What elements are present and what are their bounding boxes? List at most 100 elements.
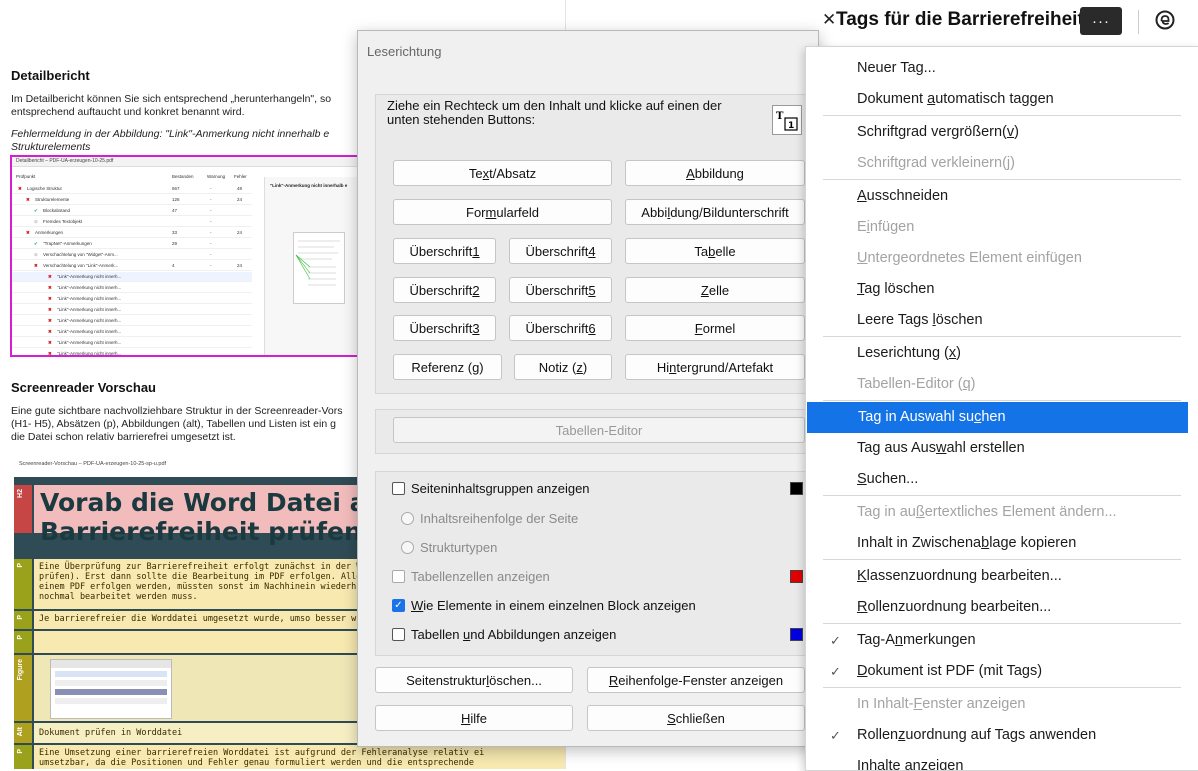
- menu-item[interactable]: Tag in Auswahl suchen: [807, 402, 1188, 433]
- menu-item-label: Inhalt in Zwischenablage kopieren: [857, 535, 1077, 551]
- tree-row-label: Fremdes Textobjekt: [43, 219, 83, 224]
- panel-title: Tags für die Barrierefreiheit: [836, 9, 1084, 30]
- menu-item[interactable]: Ausschneiden: [806, 181, 1198, 212]
- show-page-content-groups-option[interactable]: Seiteninhaltsgruppen anzeigen: [392, 481, 590, 496]
- help-icon[interactable]: [1154, 9, 1176, 31]
- check-icon: ✔: [34, 241, 38, 246]
- help-button[interactable]: Hilfe: [375, 705, 573, 731]
- menu-item[interactable]: Tag aus Auswahl erstellen: [806, 433, 1198, 464]
- dialog-title: Leserichtung: [367, 44, 442, 59]
- menu-item[interactable]: Dokument automatisch taggen: [806, 84, 1198, 115]
- menu-separator: [823, 336, 1181, 337]
- menu-item[interactable]: ✓ Rollenzuordnung auf Tags anwenden: [806, 720, 1198, 751]
- table-cells-color-swatch[interactable]: [790, 570, 803, 583]
- heading-1-button[interactable]: Überschrift 1: [393, 238, 496, 264]
- menu-item[interactable]: Tabellen-Editor (q): [806, 369, 1198, 400]
- radio-button[interactable]: [401, 512, 414, 525]
- menu-item[interactable]: ✓ Tag-Anmerkungen: [806, 625, 1198, 656]
- background-artifact-button[interactable]: Hi n tergrund/Artefakt: [625, 354, 805, 380]
- menu-item[interactable]: Suchen...: [806, 464, 1198, 495]
- sr-p-row: P Eine Umsetzung einer barrierefreien Wo…: [14, 745, 565, 769]
- figure-button[interactable]: Abbildung: [625, 160, 805, 186]
- close-icon[interactable]: ✕: [822, 10, 836, 30]
- menu-item[interactable]: Inhalt in Zwischenablage kopieren: [806, 528, 1198, 559]
- checkbox[interactable]: [392, 570, 405, 583]
- tree-row-count: 48: [237, 186, 243, 191]
- page-content-color-swatch[interactable]: [790, 482, 803, 495]
- menu-item[interactable]: Schriftgrad verkleinern(j): [806, 148, 1198, 179]
- reference-button[interactable]: Referenz (g): [393, 354, 502, 380]
- formula-button[interactable]: Formel: [625, 315, 805, 341]
- radio-button[interactable]: [401, 541, 414, 554]
- menu-item[interactable]: Schriftgrad vergrößern(v): [806, 117, 1198, 148]
- structure-types-radio-option[interactable]: Strukturtypen: [401, 540, 497, 555]
- tree-row: ✖ Logische Struktur 667 - 48: [12, 184, 252, 194]
- heading-5-button[interactable]: Überschrift 5: [509, 277, 612, 303]
- error-icon: ✖: [48, 285, 52, 290]
- menu-item[interactable]: Tag löschen: [806, 274, 1198, 305]
- tree-row-count: 29: [172, 241, 178, 246]
- menu-separator: [823, 179, 1181, 180]
- table-editor-button[interactable]: Tabellen-Editor: [393, 417, 805, 443]
- text-paragraph-button[interactable]: Te x t/Absatz: [393, 160, 612, 186]
- tree-row: ✔ "TrapNet"-Anmerkungen 29 -: [12, 239, 252, 249]
- menu-item[interactable]: Inhalte anzeigen: [806, 751, 1198, 770]
- checkbox-checked[interactable]: ✓: [392, 599, 405, 612]
- menu-item[interactable]: Klassenzuordnung bearbeiten...: [806, 561, 1198, 592]
- table-button[interactable]: Ta b elle: [625, 238, 805, 264]
- close-button[interactable]: Schließen: [587, 705, 805, 731]
- form-field-button[interactable]: For m ularfeld: [393, 199, 612, 225]
- more-options-button[interactable]: ···: [1080, 7, 1122, 35]
- checkmark-icon: ✓: [830, 633, 841, 648]
- error-icon: ✖: [48, 274, 52, 279]
- show-tables-figures-option[interactable]: Tabellen und Abbildungen anzeigen: [392, 627, 616, 642]
- heading-4-button[interactable]: Überschrift 4: [509, 238, 612, 264]
- menu-item[interactable]: Neuer Tag...: [806, 53, 1198, 84]
- tree-row-count: 24: [237, 263, 243, 268]
- menu-item[interactable]: Untergeordnetes Element einfügen: [806, 243, 1198, 274]
- heading-3-button[interactable]: Überschrift 3: [393, 315, 496, 341]
- menu-item[interactable]: Einfügen: [806, 212, 1198, 243]
- menu-item[interactable]: Tag in außertextliches Element ändern...: [806, 497, 1198, 528]
- figure-caption-button[interactable]: Abbi l dung/Bildunterschrift: [625, 199, 805, 225]
- heading-2-button[interactable]: Überschrift 2: [393, 277, 496, 303]
- tables-figures-color-swatch[interactable]: [790, 628, 803, 641]
- tag-icon[interactable]: T 1: [772, 105, 802, 135]
- reading-order-dialog[interactable]: Leserichtung Ziehe ein Rechteck um den I…: [357, 30, 819, 747]
- tags-options-menu[interactable]: Neuer Tag... Dokument automatisch taggen S…: [805, 46, 1198, 771]
- menu-item-label: Schriftgrad vergrößern(v): [857, 124, 1019, 140]
- screenshot-titlebar: Detailbericht – PDF-UA-erzeugen-10-25.pd…: [12, 157, 364, 167]
- tree-row: ✖ "Link"-Anmerkung nicht innerh...: [12, 272, 252, 282]
- menu-item-label: In Inhalt-Fenster anzeigen: [857, 696, 1026, 712]
- content-order-radio-option[interactable]: Inhaltsreihenfolge der Seite: [401, 511, 578, 526]
- show-elements-single-block-option[interactable]: ✓ Wie Elemente in einem einzelnen Block …: [392, 598, 696, 613]
- show-order-panel-button[interactable]: Reihenfolge-Fenster anzeigen: [587, 667, 805, 693]
- menu-separator: [823, 400, 1181, 401]
- heading-6-button[interactable]: Überschrift 6: [509, 315, 612, 341]
- menu-item-label: Tag aus Auswahl erstellen: [857, 440, 1025, 456]
- cell-button[interactable]: Zelle: [625, 277, 805, 303]
- note-button[interactable]: Notiz (z): [514, 354, 612, 380]
- tree-row-count: 24: [237, 197, 243, 202]
- menu-item[interactable]: Rollenzuordnung bearbeiten...: [806, 592, 1198, 623]
- tree-row-count: -: [210, 241, 212, 246]
- tree-row-count: 33: [172, 230, 178, 235]
- tree-row-count: 126: [172, 197, 180, 202]
- menu-item[interactable]: Leserichtung (x): [806, 338, 1198, 369]
- menu-item[interactable]: In Inhalt-Fenster anzeigen: [806, 689, 1198, 720]
- not-applicable-icon: ⊘: [34, 219, 38, 224]
- show-table-cells-option[interactable]: Tabellenzellen anzeigen: [392, 569, 550, 584]
- error-icon: ✖: [48, 340, 52, 345]
- checkbox[interactable]: [392, 482, 405, 495]
- menu-item[interactable]: Leere Tags löschen: [806, 305, 1198, 336]
- tree-row-label: "Link"-Anmerkung nicht innerh...: [57, 340, 122, 345]
- tree-row-label: "Link"-Anmerkung nicht innerh...: [57, 329, 122, 334]
- tree-row-label: Anmerkungen: [35, 230, 64, 235]
- menu-item-label: Tag löschen: [857, 281, 935, 297]
- menu-item[interactable]: ✓ Dokument ist PDF (mit Tags): [806, 656, 1198, 687]
- menu-item-label: Neuer Tag...: [857, 60, 936, 76]
- checkbox[interactable]: [392, 628, 405, 641]
- checkmark-icon: ✓: [830, 664, 841, 679]
- clear-page-structure-button[interactable]: Seitenstruktur l öschen...: [375, 667, 573, 693]
- tree-row: ✖ "Link"-Anmerkung nicht innerh...: [12, 327, 252, 337]
